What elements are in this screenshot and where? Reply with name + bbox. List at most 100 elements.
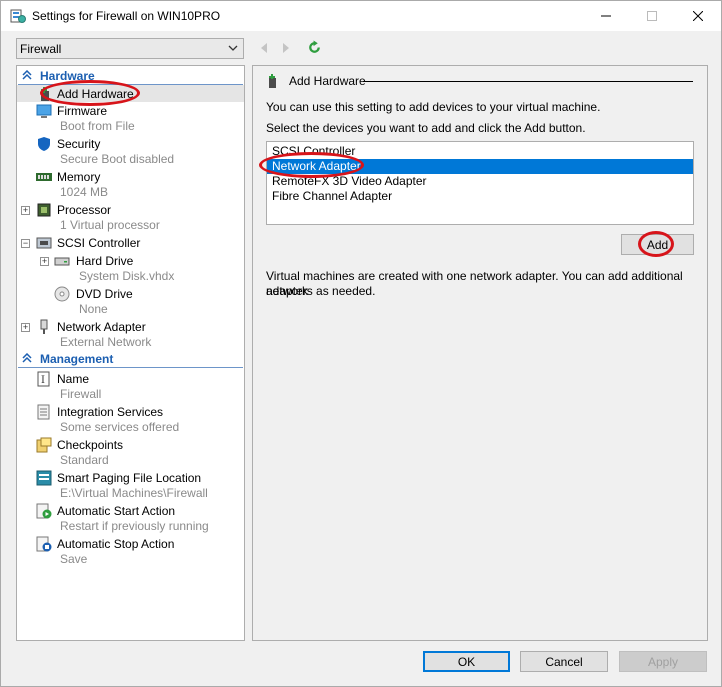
sidebar-item-sublabel: External Network xyxy=(60,335,152,349)
sidebar-item-sublabel: Secure Boot disabled xyxy=(60,152,175,166)
instruction-text: Select the devices you want to add and c… xyxy=(266,121,586,135)
sidebar-item-label: SCSI Controller xyxy=(57,236,141,250)
sidebar-item-label: Firmware xyxy=(57,104,107,118)
sidebar-item-sublabel: 1 Virtual processor xyxy=(60,218,160,232)
hardware-header-label: Hardware xyxy=(40,69,95,83)
settings-tree: Hardware Add Hardware Firmware Boot from… xyxy=(16,65,245,641)
sidebar-item-name[interactable]: I Name Firewall xyxy=(17,370,244,403)
network-adapter-icon xyxy=(40,319,48,334)
svg-text:I: I xyxy=(41,375,45,386)
checkpoints-icon xyxy=(36,437,52,453)
name-icon: I xyxy=(37,371,50,387)
sidebar-item-scsi-controller[interactable]: − SCSI Controller xyxy=(17,234,244,252)
sidebar-item-label: Security xyxy=(57,137,101,151)
sidebar-item-sublabel: Save xyxy=(60,552,88,566)
section-title: Add Hardware xyxy=(267,73,366,89)
expand-icon[interactable]: + xyxy=(21,323,30,332)
intro-text: You can use this setting to add devices … xyxy=(266,100,601,114)
sidebar-item-label: Smart Paging File Location xyxy=(57,471,202,485)
title-bar: Settings for Firewall on WIN10PRO xyxy=(1,1,721,31)
sidebar-item-sublabel: Restart if previously running xyxy=(60,519,209,533)
sidebar-item-security[interactable]: Security Secure Boot disabled xyxy=(17,135,244,168)
chevron-down-icon xyxy=(228,45,238,51)
sidebar-item-label: Name xyxy=(57,372,90,386)
sidebar-item-processor[interactable]: + Processor 1 Virtual processor xyxy=(17,201,244,234)
sidebar-item-sublabel: E:\Virtual Machines\Firewall xyxy=(60,486,208,500)
add-hardware-icon xyxy=(269,74,276,88)
apply-button[interactable]: Apply xyxy=(619,651,707,672)
maximize-icon xyxy=(647,11,657,21)
processor-icon xyxy=(37,203,51,217)
dvd-drive-icon xyxy=(54,286,70,302)
refresh-icon[interactable] xyxy=(307,40,322,55)
sidebar-item-add-hardware[interactable]: Add Hardware xyxy=(17,85,244,102)
collapse-icon[interactable]: − xyxy=(21,239,30,248)
list-item-remotefx-adapter[interactable]: RemoteFX 3D Video Adapter xyxy=(267,174,693,189)
collapse-chevron-icon xyxy=(22,69,34,83)
collapse-chevron-icon xyxy=(22,352,34,366)
automatic-start-icon xyxy=(36,503,52,519)
minimize-icon xyxy=(601,15,611,17)
list-item-scsi-controller[interactable]: SCSI Controller xyxy=(267,144,693,159)
close-button[interactable] xyxy=(675,1,721,31)
sidebar-item-automatic-start-action[interactable]: Automatic Start Action Restart if previo… xyxy=(17,502,244,535)
sidebar-item-memory[interactable]: Memory 1024 MB xyxy=(17,168,244,201)
scsi-controller-icon xyxy=(36,237,52,249)
sidebar-item-label: DVD Drive xyxy=(76,287,133,301)
integration-services-icon xyxy=(37,404,50,420)
sidebar-item-sublabel: Firewall xyxy=(60,387,102,401)
sidebar-item-hard-drive[interactable]: + Hard Drive System Disk.vhdx xyxy=(17,252,244,285)
cancel-button[interactable]: Cancel xyxy=(520,651,608,672)
section-title-label: Add Hardware xyxy=(289,74,366,88)
management-section-header[interactable]: Management xyxy=(18,351,243,368)
settings-app-icon xyxy=(10,9,26,23)
hardware-section-header[interactable]: Hardware xyxy=(18,68,243,85)
back-arrow-icon[interactable] xyxy=(257,41,271,55)
sidebar-item-sublabel: 1024 MB xyxy=(60,185,109,199)
shield-icon xyxy=(38,137,50,151)
sidebar-item-label: Network Adapter xyxy=(57,320,146,334)
sidebar-item-sublabel: None xyxy=(79,302,108,316)
sidebar-item-network-adapter[interactable]: + Network Adapter External Network xyxy=(17,318,244,351)
sidebar-item-label: Automatic Stop Action xyxy=(57,537,175,551)
sidebar-item-smart-paging-file-location[interactable]: Smart Paging File Location E:\Virtual Ma… xyxy=(17,469,244,502)
sidebar-item-label: Integration Services xyxy=(57,405,164,419)
vm-selector-value: Firewall xyxy=(20,41,62,56)
list-item-fibre-channel-adapter[interactable]: Fibre Channel Adapter xyxy=(267,189,693,204)
smart-paging-icon xyxy=(36,470,52,486)
minimize-button[interactable] xyxy=(583,1,629,31)
vm-selector-dropdown[interactable]: Firewall xyxy=(16,38,244,59)
forward-arrow-icon[interactable] xyxy=(279,41,293,55)
add-hardware-icon xyxy=(41,87,49,101)
firmware-icon xyxy=(36,104,52,118)
sidebar-item-label: Hard Drive xyxy=(76,254,134,268)
sidebar-item-sublabel: Boot from File xyxy=(60,119,135,133)
list-item-network-adapter[interactable]: Network Adapter xyxy=(267,159,693,174)
sidebar-item-label: Processor xyxy=(57,203,112,217)
automatic-stop-icon xyxy=(36,536,52,552)
sidebar-item-sublabel: Some services offered xyxy=(60,420,180,434)
maximize-button[interactable] xyxy=(629,1,675,31)
details-pane: Add Hardware You can use this setting to… xyxy=(252,65,708,641)
caption-buttons xyxy=(583,1,721,31)
sidebar-item-automatic-stop-action[interactable]: Automatic Stop Action Save xyxy=(17,535,244,568)
ok-button[interactable]: OK xyxy=(423,651,510,672)
device-list[interactable]: SCSI Controller Network Adapter RemoteFX… xyxy=(266,141,694,225)
sidebar-item-firmware[interactable]: Firmware Boot from File xyxy=(17,102,244,135)
sidebar-item-sublabel: System Disk.vhdx xyxy=(79,269,175,283)
management-header-label: Management xyxy=(40,352,114,366)
sidebar-item-sublabel: Standard xyxy=(60,453,109,467)
expand-icon[interactable]: + xyxy=(21,206,30,215)
sidebar-item-label: Memory xyxy=(57,170,101,184)
window-title: Settings for Firewall on WIN10PRO xyxy=(32,9,221,23)
note-text-line2: adapters as needed. xyxy=(266,284,376,298)
expand-icon[interactable]: + xyxy=(40,257,49,266)
memory-icon xyxy=(36,173,52,181)
close-icon xyxy=(693,11,703,21)
sidebar-item-checkpoints[interactable]: Checkpoints Standard xyxy=(17,436,244,469)
sidebar-item-integration-services[interactable]: Integration Services Some services offer… xyxy=(17,403,244,436)
section-divider xyxy=(363,81,693,82)
add-button[interactable]: Add xyxy=(621,234,694,255)
hard-drive-icon xyxy=(54,257,70,266)
sidebar-item-dvd-drive[interactable]: DVD Drive None xyxy=(17,285,244,318)
